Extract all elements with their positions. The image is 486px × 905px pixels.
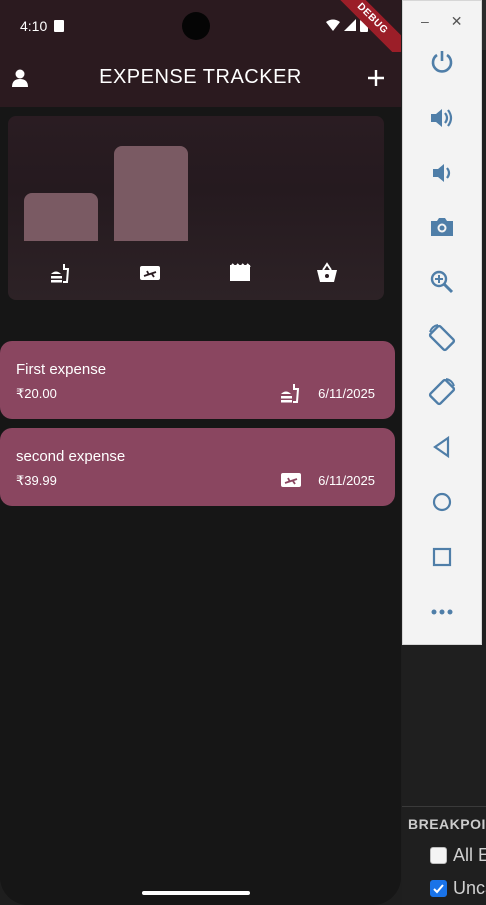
volume-up-icon xyxy=(431,109,453,127)
expense-chart xyxy=(8,116,384,300)
shopping-basket-icon xyxy=(316,262,338,284)
back-button[interactable] xyxy=(425,430,459,464)
close-icon[interactable]: ✕ xyxy=(451,13,463,30)
all-exceptions-checkbox[interactable] xyxy=(430,847,447,864)
sim-card-icon xyxy=(54,20,64,32)
uncaught-exceptions-label: Uncaught Exceptions xyxy=(453,878,486,898)
breakpoint-option-uncaught[interactable]: Uncaught Exceptions xyxy=(430,878,486,899)
power-icon xyxy=(431,51,453,73)
phone-screen: 4:10 DEBUG EXPENSE TRACKER First expense… xyxy=(0,0,401,905)
travel-icon xyxy=(280,469,302,491)
screenshot-button[interactable] xyxy=(425,210,459,244)
status-bar: 4:10 DEBUG xyxy=(0,0,401,65)
plus-icon xyxy=(368,70,384,86)
ide-divider xyxy=(402,806,486,807)
expense-date: 6/11/2025 xyxy=(318,473,375,488)
more-dots-icon xyxy=(431,609,453,615)
breakpoints-section-header[interactable]: BREAKPOINTS xyxy=(402,812,486,836)
expense-title: second expense xyxy=(16,448,126,465)
overview-button[interactable] xyxy=(425,540,459,574)
add-expense-button[interactable] xyxy=(364,66,388,90)
volume-down-button[interactable] xyxy=(425,156,459,190)
expense-card[interactable]: First expense ₹20.00 6/11/2025 xyxy=(0,341,395,419)
rotate-right-button[interactable] xyxy=(425,375,459,409)
zoom-button[interactable] xyxy=(425,265,459,299)
back-triangle-icon xyxy=(433,435,450,459)
window-controls: – ✕ xyxy=(421,13,463,30)
chart-bar xyxy=(114,146,188,241)
food-icon xyxy=(49,262,71,284)
page-title: EXPENSE TRACKER xyxy=(99,66,302,88)
chart-bar xyxy=(24,193,98,241)
volume-up-button[interactable] xyxy=(425,101,459,135)
signal-icon xyxy=(344,19,356,31)
expense-amount: ₹20.00 xyxy=(16,386,57,401)
travel-icon xyxy=(139,262,161,284)
expense-date: 6/11/2025 xyxy=(318,386,375,401)
breakpoint-option-all[interactable]: All Exceptions xyxy=(430,845,486,866)
breakpoints-section-title: BREAKPOINTS xyxy=(408,816,486,832)
expense-title: First expense xyxy=(16,361,107,378)
minimize-icon[interactable]: – xyxy=(421,13,429,30)
rotate-left-button[interactable] xyxy=(425,321,459,355)
expense-amount: ₹39.99 xyxy=(16,473,57,488)
overview-square-icon xyxy=(432,547,452,567)
power-button[interactable] xyxy=(425,45,459,79)
front-camera xyxy=(182,12,210,40)
food-icon xyxy=(279,382,301,404)
app-bar: EXPENSE TRACKER xyxy=(0,52,401,107)
check-icon xyxy=(433,884,444,894)
screen: BREAKPOINTS All Exceptions Uncaught Exce… xyxy=(0,0,486,905)
movie-icon xyxy=(229,262,251,284)
zoom-in-icon xyxy=(430,270,454,294)
wifi-icon xyxy=(326,19,340,31)
home-button[interactable] xyxy=(425,485,459,519)
uncaught-exceptions-checkbox[interactable] xyxy=(430,880,447,897)
rotate-left-icon xyxy=(428,324,456,352)
expense-card[interactable]: second expense ₹39.99 6/11/2025 xyxy=(0,428,395,506)
all-exceptions-label: All Exceptions xyxy=(453,845,486,865)
camera-icon xyxy=(431,218,453,236)
emulator-toolbar: – ✕ xyxy=(402,0,482,645)
rotate-right-icon xyxy=(428,378,456,406)
home-circle-icon xyxy=(432,492,452,512)
more-button[interactable] xyxy=(425,595,459,629)
home-indicator[interactable] xyxy=(142,891,250,895)
status-time: 4:10 xyxy=(20,18,48,34)
volume-down-icon xyxy=(433,164,451,182)
